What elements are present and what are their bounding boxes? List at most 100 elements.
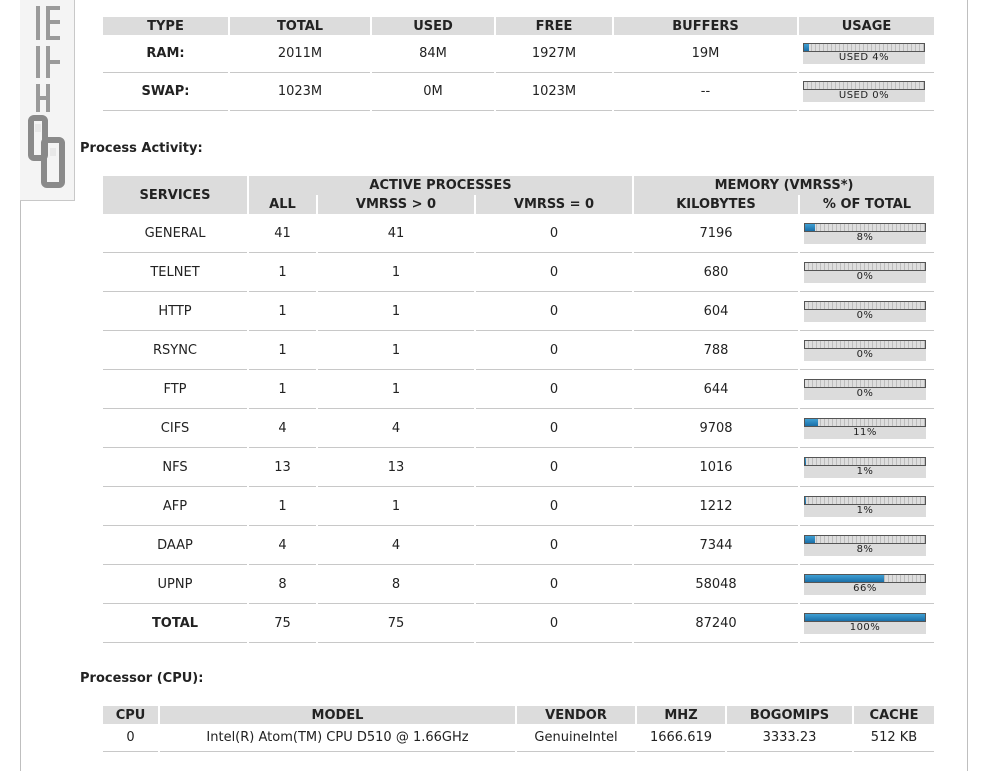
process-table: SERVICES ACTIVE PROCESSES MEMORY (VMRSS*…: [101, 176, 936, 643]
pct-bar: 0%: [804, 339, 926, 361]
pct-bar-cell: 0%: [800, 253, 934, 292]
proc-kilobytes: 9708: [634, 409, 798, 448]
proc-kilobytes: 604: [634, 292, 798, 331]
col-type: TYPE: [103, 17, 228, 35]
table-row: RSYNC 1 1 0 788 0%: [103, 331, 934, 370]
pct-bar-fill: [805, 574, 885, 582]
service-name: FTP: [103, 370, 247, 409]
col-mhz: MHZ: [637, 706, 725, 724]
pct-bar: 8%: [804, 534, 926, 556]
proc-kilobytes: 644: [634, 370, 798, 409]
proc-vmrss-eq: 0: [476, 331, 632, 370]
pct-bar-label: 0%: [804, 387, 926, 400]
proc-vmrss-eq: 0: [476, 409, 632, 448]
proc-kilobytes: 7344: [634, 526, 798, 565]
pct-bar-label: 1%: [804, 465, 926, 478]
service-name: NFS: [103, 448, 247, 487]
pct-bar-label: 0%: [804, 348, 926, 361]
memory-free: 1927M: [496, 35, 612, 73]
col-vmrss-eq: VMRSS = 0: [476, 195, 632, 214]
proc-all: 4: [249, 409, 316, 448]
pct-bar-label: 8%: [804, 231, 926, 244]
pct-bar-cell: 0%: [800, 292, 934, 331]
proc-all: 13: [249, 448, 316, 487]
iei-logo-icon: [28, 6, 65, 188]
col-services: SERVICES: [103, 176, 247, 214]
pct-bar-label: 100%: [804, 621, 926, 634]
cpu-cache: 512 KB: [854, 724, 934, 752]
memory-used: 0M: [372, 73, 494, 111]
pct-bar-fill: [805, 613, 925, 621]
proc-kilobytes: 1016: [634, 448, 798, 487]
memory-total: 1023M: [230, 73, 370, 111]
cpu-bogomips: 3333.23: [727, 724, 852, 752]
pct-bar: 0%: [804, 378, 926, 400]
proc-vmrss-gt: 4: [318, 526, 474, 565]
pct-bar-label: 8%: [804, 543, 926, 556]
pct-bar-track: [804, 573, 926, 583]
service-name: AFP: [103, 487, 247, 526]
col-used: USED: [372, 17, 494, 35]
pct-bar: 66%: [804, 573, 926, 595]
table-row: HTTP 1 1 0 604 0%: [103, 292, 934, 331]
pct-bar-track: [804, 495, 926, 505]
col-all: ALL: [249, 195, 316, 214]
table-row: UPNP 8 8 0 58048 66%: [103, 565, 934, 604]
pct-bar-cell: 66%: [800, 565, 934, 604]
pct-bar-fill: [805, 223, 815, 231]
table-row: RAM: 2011M 84M 1927M 19M USED 4%: [103, 35, 934, 73]
table-row: CIFS 4 4 0 9708 11%: [103, 409, 934, 448]
table-row: FTP 1 1 0 644 0%: [103, 370, 934, 409]
proc-vmrss-gt: 1: [318, 331, 474, 370]
service-name: TOTAL: [103, 604, 247, 643]
proc-vmrss-gt: 1: [318, 487, 474, 526]
pct-bar: 1%: [804, 456, 926, 478]
table-row: SWAP: 1023M 0M 1023M -- USED 0%: [103, 73, 934, 111]
pct-bar-label: 66%: [804, 582, 926, 595]
memory-table: TYPE TOTAL USED FREE BUFFERS USAGE RAM: …: [101, 17, 936, 111]
col-active-processes: ACTIVE PROCESSES: [249, 176, 632, 195]
col-cache: CACHE: [854, 706, 934, 724]
col-total: TOTAL: [230, 17, 370, 35]
proc-all: 1: [249, 370, 316, 409]
pct-bar: 11%: [804, 417, 926, 439]
pct-bar: 8%: [804, 222, 926, 244]
pct-bar-cell: 0%: [800, 370, 934, 409]
right-border: [967, 0, 968, 771]
service-name: UPNP: [103, 565, 247, 604]
table-row: AFP 1 1 0 1212 1%: [103, 487, 934, 526]
proc-vmrss-eq: 0: [476, 214, 632, 253]
cpu-table: CPU MODEL VENDOR MHZ BOGOMIPS CACHE 0 In…: [101, 706, 936, 752]
proc-vmrss-gt: 1: [318, 253, 474, 292]
pct-bar-cell: 100%: [800, 604, 934, 643]
usage-bar-label: USED 0%: [803, 90, 925, 102]
pct-bar-cell: 8%: [800, 526, 934, 565]
col-usage: USAGE: [799, 17, 934, 35]
service-name: RSYNC: [103, 331, 247, 370]
processor-cpu-title: Processor (CPU):: [80, 671, 204, 686]
proc-vmrss-gt: 8: [318, 565, 474, 604]
col-kilobytes: KILOBYTES: [634, 195, 798, 214]
proc-vmrss-eq: 0: [476, 253, 632, 292]
pct-bar-cell: 1%: [800, 448, 934, 487]
pct-bar: 1%: [804, 495, 926, 517]
memory-type: RAM:: [103, 35, 228, 73]
proc-kilobytes: 87240: [634, 604, 798, 643]
proc-vmrss-eq: 0: [476, 292, 632, 331]
service-name: HTTP: [103, 292, 247, 331]
proc-all: 1: [249, 487, 316, 526]
cpu-vendor: GenuineIntel: [517, 724, 635, 752]
pct-bar-label: 11%: [804, 426, 926, 439]
proc-all: 1: [249, 253, 316, 292]
pct-bar-fill: [805, 535, 815, 543]
proc-vmrss-gt: 4: [318, 409, 474, 448]
proc-all: 1: [249, 292, 316, 331]
table-row: NFS 13 13 0 1016 1%: [103, 448, 934, 487]
pct-bar-track: [804, 339, 926, 349]
pct-bar-cell: 1%: [800, 487, 934, 526]
pct-bar-track: [804, 261, 926, 271]
usage-bar-cell: USED 4%: [799, 35, 934, 73]
col-pct-total: % OF TOTAL: [800, 195, 934, 214]
usage-bar: USED 4%: [803, 43, 925, 64]
usage-bar-label: USED 4%: [803, 52, 925, 64]
